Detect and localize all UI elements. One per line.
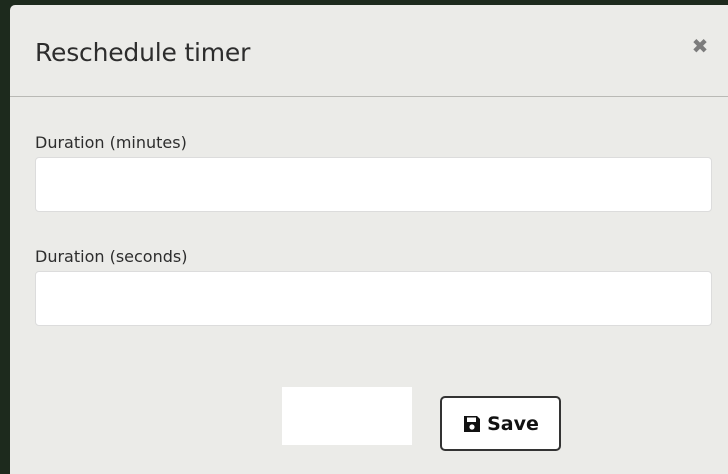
dialog-title: Reschedule timer [35,38,251,67]
save-button[interactable]: Save [440,396,561,451]
dialog-header: Reschedule timer ✖ [10,5,728,97]
duration-minutes-label: Duration (minutes) [35,133,187,152]
floppy-disk-icon [462,414,482,434]
duration-seconds-label: Duration (seconds) [35,247,188,266]
save-button-label: Save [487,412,539,435]
reschedule-timer-dialog: Reschedule timer ✖ Duration (minutes) Du… [10,5,728,474]
duration-seconds-input[interactable] [35,271,712,326]
duration-minutes-input[interactable] [35,157,712,212]
close-icon: ✖ [691,34,709,58]
blank-placeholder-box [282,387,412,445]
close-button[interactable]: ✖ [687,33,713,59]
